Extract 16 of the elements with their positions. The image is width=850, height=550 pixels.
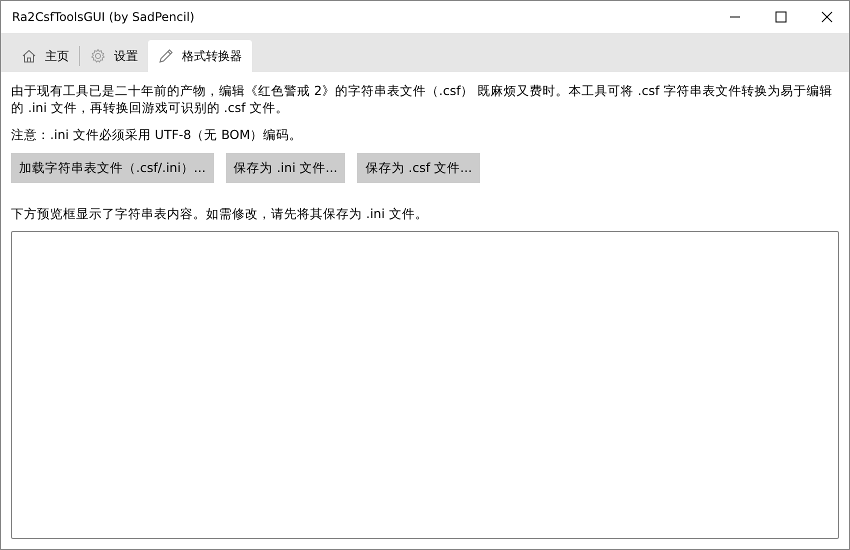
tab[interactable]: 主页 xyxy=(11,40,79,72)
pencil-icon xyxy=(158,48,174,64)
home-icon xyxy=(21,48,37,64)
maximize-icon[interactable] xyxy=(775,11,787,23)
settings-icon xyxy=(90,48,106,64)
note-text: 注意：.ini 文件必须采用 UTF-8（无 BOM）编码。 xyxy=(11,126,304,143)
action-button[interactable]: 加载字符串表文件（.csf/.ini）... xyxy=(11,153,214,183)
window-title: Ra2CsfToolsGUI (by SadPencil) xyxy=(11,10,194,24)
tab[interactable]: 格式转换器 xyxy=(148,40,252,72)
preview-field[interactable] xyxy=(11,231,839,539)
action-button[interactable]: 保存为 .csf 文件... xyxy=(357,153,480,183)
tab[interactable]: 设置 xyxy=(80,40,148,72)
preview-hint-text: 下方预览框显示了字符串表内容。如需修改，请先将其保存为 .ini 文件。 xyxy=(11,205,429,222)
description-text: 由于现有工具已是二十年前的产物，编辑《红色警戒 2》的字符串表文件（.csf） 既麻烦又费时。本工具可将 .csf 字符串表文件转换为易于编辑的 .ini 文件，再转换回游戏可识别的 .csf 文件。 xyxy=(11,82,834,116)
action-button[interactable]: 保存为 .ini 文件... xyxy=(226,153,346,183)
close-icon[interactable] xyxy=(821,11,833,23)
